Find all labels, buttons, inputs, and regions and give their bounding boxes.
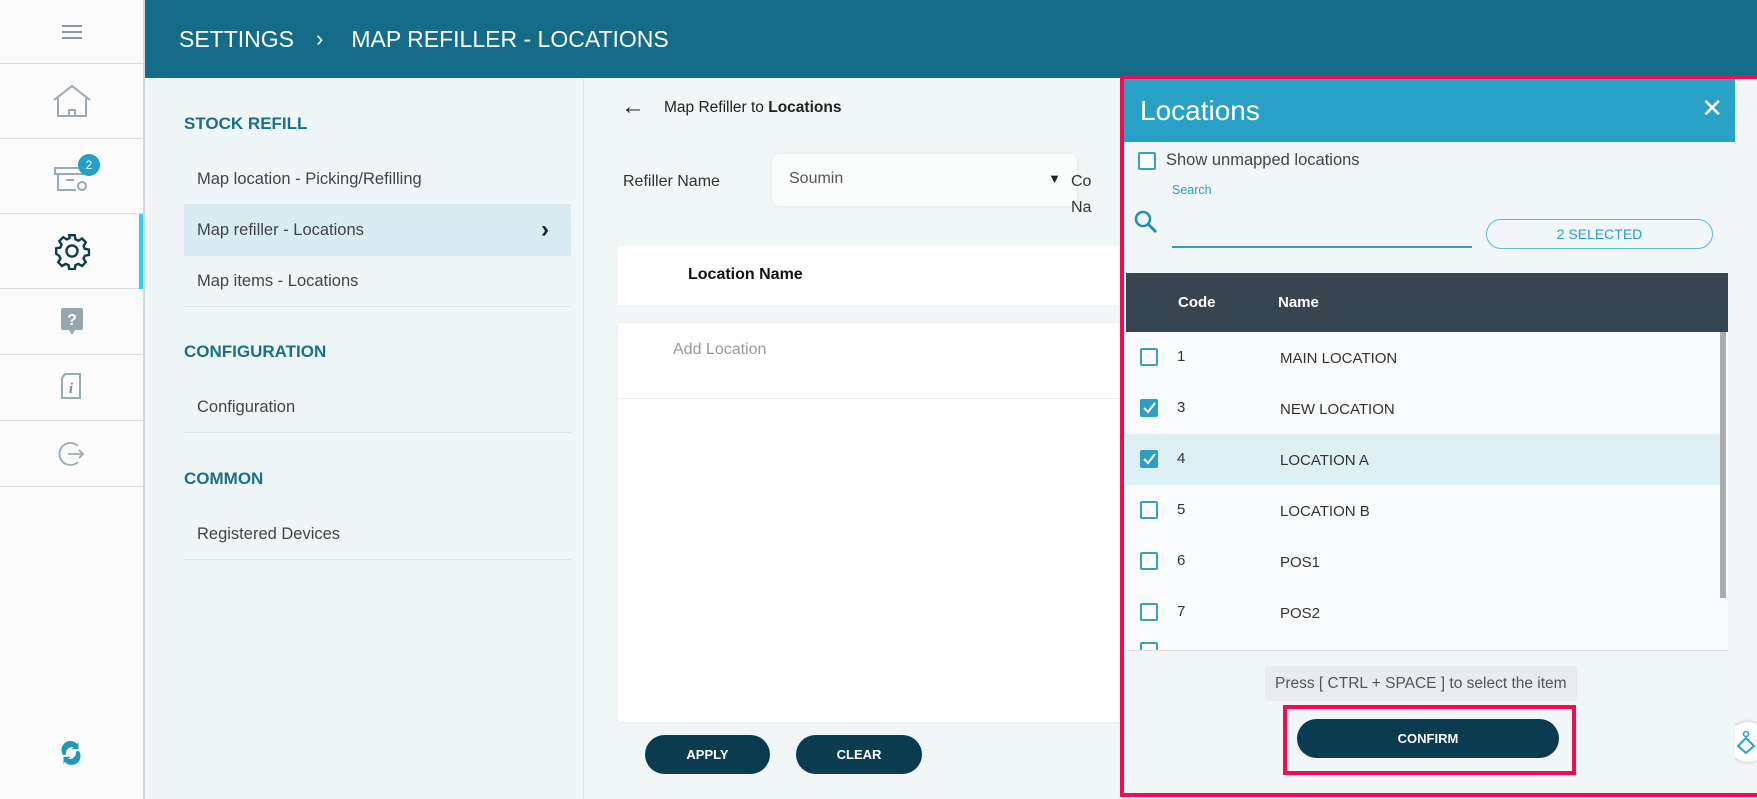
nav-label: Registered Devices bbox=[197, 524, 341, 543]
breadcrumb-current: MAP REFILLER - LOCATIONS bbox=[351, 25, 669, 52]
nav-label: Configuration bbox=[197, 397, 296, 416]
settings-nav: STOCK REFILL Map location - Picking/Refi… bbox=[145, 78, 584, 799]
section-stock-refill: STOCK REFILL bbox=[184, 114, 308, 133]
add-location-placeholder: Add Location bbox=[673, 341, 767, 358]
refiller-name-select[interactable]: Soumin ▼ bbox=[772, 154, 1077, 206]
back-arrow-icon[interactable]: ← bbox=[621, 93, 645, 121]
refiller-name-label: Refiller Name bbox=[623, 173, 720, 190]
breadcrumb-settings[interactable]: SETTINGS bbox=[179, 26, 294, 53]
page-title: Map Refiller to Locations bbox=[664, 99, 842, 116]
main-content: ← Map Refiller to Locations Refiller Nam… bbox=[585, 78, 1128, 799]
location-list: Add Location bbox=[618, 323, 1128, 722]
nav-map-items-locations[interactable]: Map items - Locations bbox=[184, 256, 571, 307]
hamburger-icon bbox=[61, 24, 82, 39]
clipped-label: Co bbox=[1071, 173, 1092, 190]
gear-icon bbox=[54, 233, 90, 270]
focus-highlight bbox=[1120, 75, 1757, 797]
section-common: COMMON bbox=[184, 469, 264, 488]
icon-rail: 2 ? i bbox=[0, 0, 145, 799]
select-value: Soumin bbox=[789, 170, 844, 187]
home-icon bbox=[52, 84, 91, 117]
nav-label: Map refiller - Locations bbox=[197, 220, 364, 239]
svg-text:?: ? bbox=[67, 312, 77, 329]
clear-button[interactable]: CLEAR bbox=[796, 735, 922, 774]
menu-button[interactable] bbox=[0, 0, 143, 64]
help-button[interactable]: ? bbox=[0, 289, 143, 355]
logout-icon bbox=[58, 441, 84, 466]
info-document-icon: i bbox=[60, 372, 81, 399]
help-icon: ? bbox=[60, 307, 83, 335]
logout-button[interactable] bbox=[0, 421, 143, 487]
orders-button[interactable]: 2 bbox=[0, 139, 143, 214]
sync-button[interactable] bbox=[56, 738, 86, 768]
location-table-header: Location Name bbox=[618, 246, 1128, 305]
sync-icon bbox=[61, 740, 81, 766]
home-button[interactable] bbox=[0, 64, 143, 139]
settings-button[interactable] bbox=[0, 214, 143, 289]
svg-text:i: i bbox=[68, 381, 73, 397]
nav-registered-devices[interactable]: Registered Devices bbox=[184, 509, 571, 560]
nav-map-refiller-locations[interactable]: Map refiller - Locations › bbox=[184, 205, 571, 256]
nav-map-location-picking[interactable]: Map location - Picking/Refilling bbox=[184, 154, 571, 205]
nav-configuration[interactable]: Configuration bbox=[184, 382, 571, 433]
chevron-right-icon: › bbox=[541, 216, 549, 243]
info-button[interactable]: i bbox=[0, 355, 143, 421]
nav-label: Map location - Picking/Refilling bbox=[197, 169, 422, 188]
add-location-input[interactable]: Add Location bbox=[618, 323, 1128, 399]
section-configuration: CONFIGURATION bbox=[184, 342, 327, 361]
apply-button[interactable]: APPLY bbox=[645, 735, 770, 774]
clipped-label: Na bbox=[1071, 199, 1092, 216]
active-indicator bbox=[139, 214, 143, 289]
nav-label: Map items - Locations bbox=[197, 271, 359, 290]
notification-badge: 2 bbox=[78, 154, 100, 176]
breadcrumb: SETTINGS › MAP REFILLER - LOCATIONS bbox=[145, 0, 1757, 78]
column-location-name: Location Name bbox=[688, 266, 803, 283]
dropdown-arrow-icon: ▼ bbox=[1048, 171, 1061, 186]
breadcrumb-separator: › bbox=[316, 26, 324, 51]
